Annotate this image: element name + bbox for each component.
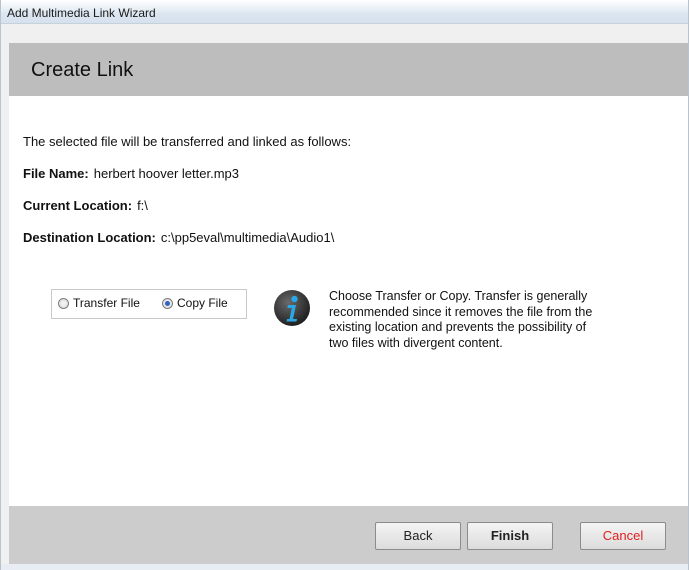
file-name-value: herbert hoover letter.mp3 bbox=[93, 166, 239, 181]
file-name-label: File Name: bbox=[23, 166, 89, 181]
destination-location-label: Destination Location: bbox=[23, 230, 156, 245]
transfer-copy-group: Transfer File Copy File bbox=[51, 289, 247, 319]
info-line: existing location and prevents the possi… bbox=[329, 320, 587, 334]
page-title: Create Link bbox=[31, 59, 134, 81]
page-header: Create Link bbox=[9, 43, 688, 96]
info-line: Choose Transfer or Copy. Transfer is gen… bbox=[329, 289, 588, 303]
cancel-button[interactable]: Cancel bbox=[580, 522, 666, 550]
info-line: two files with divergent content. bbox=[329, 335, 503, 350]
transfer-file-label[interactable]: Transfer File bbox=[73, 296, 140, 310]
copy-file-label[interactable]: Copy File bbox=[177, 296, 228, 310]
destination-location-value: c:\pp5eval\multimedia\Audio1\ bbox=[160, 230, 335, 245]
window-bottom-edge bbox=[1, 564, 688, 570]
current-location-row: Current Location: f:\ bbox=[23, 198, 148, 213]
button-bar: Back Finish Cancel bbox=[9, 506, 688, 564]
info-line: recommended since it removes the file fr… bbox=[329, 304, 593, 319]
finish-button[interactable]: Finish bbox=[467, 522, 553, 550]
window-title: Add Multimedia Link Wizard bbox=[7, 6, 156, 20]
current-location-value: f:\ bbox=[137, 198, 148, 213]
transfer-file-radio[interactable] bbox=[58, 298, 69, 309]
content-panel: The selected file will be transferred an… bbox=[9, 96, 688, 506]
wizard-window: Add Multimedia Link Wizard Create Link T… bbox=[0, 0, 689, 570]
title-bar: Add Multimedia Link Wizard bbox=[1, 0, 688, 24]
destination-location-row: Destination Location: c:\pp5eval\multimed… bbox=[23, 230, 334, 245]
copy-file-radio[interactable] bbox=[162, 298, 173, 309]
info-text: Choose Transfer or Copy. Transfer is gen… bbox=[329, 289, 669, 351]
current-location-label: Current Location: bbox=[23, 198, 133, 213]
intro-text: The selected file will be transferred an… bbox=[23, 134, 352, 149]
back-button[interactable]: Back bbox=[375, 522, 461, 550]
file-name-row: File Name: herbert hoover letter.mp3 bbox=[23, 166, 239, 181]
info-icon bbox=[274, 290, 310, 326]
